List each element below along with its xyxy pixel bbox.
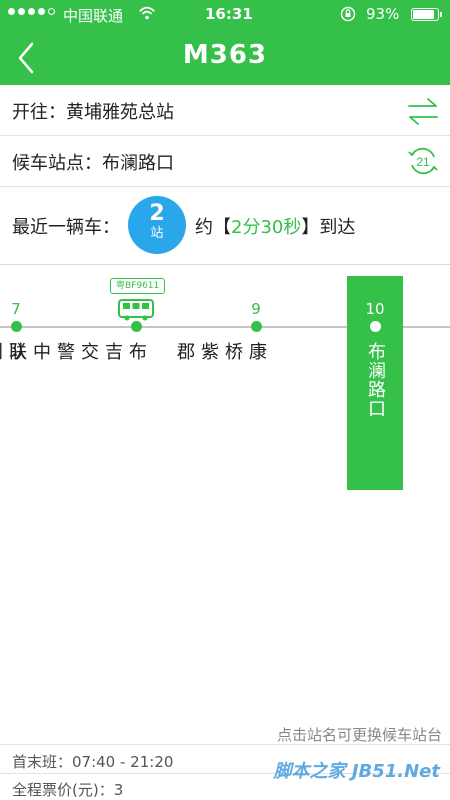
swap-direction-button[interactable]: [406, 95, 440, 127]
refresh-countdown-button[interactable]: 21: [406, 143, 440, 179]
refresh-countdown-text: 21: [416, 155, 430, 169]
battery-icon: [411, 8, 442, 21]
station-dot: [251, 321, 262, 332]
change-stop-hint: 点击站名可更换候车站台: [276, 726, 442, 744]
wifi-icon: [139, 6, 155, 20]
bus-plate-tag: 粤BF9611: [110, 278, 166, 294]
waiting-stop-label: 候车站点：布澜路口: [12, 153, 174, 174]
station-index: 9: [251, 300, 261, 318]
status-bar: 中国联通 16:31 93%: [0, 0, 450, 30]
signal-strength-icon: [8, 8, 55, 15]
station-name: 康桥紫郡: [174, 342, 267, 361]
fare-info: 全程票价(元)：3: [12, 781, 124, 799]
arrival-prefix: 约【: [195, 217, 231, 238]
station-dot: [131, 321, 142, 332]
station-dot: [11, 321, 22, 332]
stops-away-count: 2: [149, 201, 165, 226]
page-title: M363: [182, 40, 268, 70]
arrival-suffix: 】到达: [301, 217, 356, 238]
rotation-lock-icon: [340, 6, 356, 22]
status-time: 16:31: [205, 5, 253, 23]
bus-icon: [118, 299, 154, 321]
station-index: 7: [11, 300, 21, 318]
route-map: 7 联创科技园 8 布吉交警中队 9 康桥紫郡 10 布澜路口 粤BF9611: [0, 266, 450, 726]
direction-row: 开往：黄埔雅苑总站: [0, 85, 450, 136]
station-index: 10: [365, 300, 385, 318]
station-name: 布吉交警中队: [6, 342, 147, 361]
nearest-bus-label: 最近一辆车：: [12, 217, 120, 238]
direction-label: 开往：黄埔雅苑总站: [12, 102, 174, 123]
nearest-bus-row: 最近一辆车： 2 站 约【2分30秒】到达: [0, 187, 450, 265]
arrival-time: 2分30秒: [231, 217, 302, 238]
station-name: 布澜路口: [365, 342, 386, 418]
carrier-name: 中国联通: [63, 7, 124, 25]
battery-percent: 93%: [366, 5, 400, 23]
stops-away-badge: 2 站: [128, 196, 186, 254]
header: 中国联通 16:31 93% M363: [0, 0, 450, 85]
arrival-estimate: 约【2分30秒】到达: [195, 213, 355, 239]
waiting-stop-row: 候车站点：布澜路口 21: [0, 136, 450, 187]
station-bulanlukou-current[interactable]: 10 布澜路口: [347, 276, 403, 490]
site-watermark: 脚本之家 JB51.Net: [273, 761, 440, 782]
station-dot: [370, 321, 381, 332]
stops-away-unit: 站: [150, 226, 164, 241]
